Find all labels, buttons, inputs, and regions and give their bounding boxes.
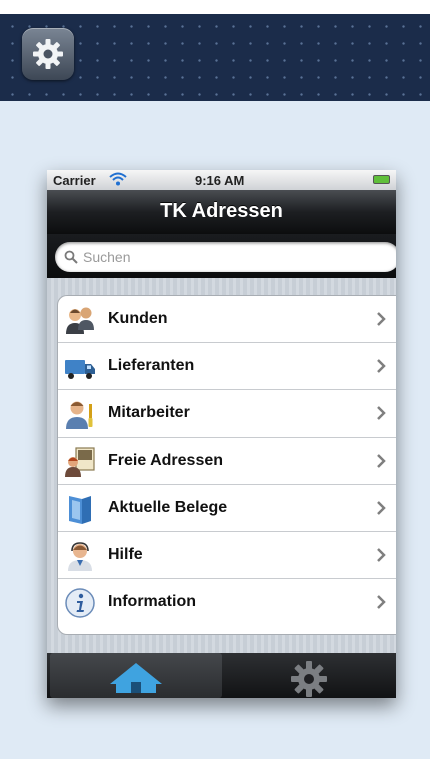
menu-item-mitarbeiter[interactable]: Mitarbeiter [58, 390, 396, 438]
menu-item-freie-adressen[interactable]: Freie Adressen [58, 438, 396, 485]
chevron-right-icon [377, 595, 386, 610]
home-icon [110, 663, 162, 693]
search-bar: Suchen [47, 234, 396, 278]
menu-item-label: Lieferanten [108, 357, 195, 375]
status-bar: Carrier 9:16 AM [47, 170, 396, 190]
menu-item-label: Aktuelle Belege [108, 498, 228, 516]
employee-icon [66, 401, 93, 430]
menu-item-label: Information [108, 593, 196, 611]
info-icon [65, 588, 95, 618]
gear-icon [291, 661, 327, 697]
menu-item-label: Kunden [108, 310, 168, 327]
page-frame: Carrier 9:16 AM TK Adressen Suchen Kunde… [0, 0, 430, 759]
search-icon [64, 250, 78, 264]
status-time: 9:16 AM [195, 173, 245, 188]
customers-icon [66, 307, 94, 334]
battery-icon [373, 175, 390, 184]
menu-item-label: Freie Adressen [108, 451, 224, 469]
menu-item-information[interactable]: Information [58, 579, 396, 626]
gear-icon [33, 39, 63, 69]
menu-item-kunden[interactable]: Kunden [58, 296, 396, 344]
menu-item-label: Hilfe [108, 545, 143, 563]
chevron-right-icon [377, 500, 386, 515]
navigation-bar: TK Adressen [47, 190, 396, 234]
support-person-icon [68, 542, 92, 571]
menu-item-lieferanten[interactable]: Lieferanten [58, 343, 396, 391]
tab-home[interactable] [50, 653, 222, 698]
menu-item-aktuelle-belege[interactable]: Aktuelle Belege [58, 485, 396, 532]
settings-app-icon [22, 28, 74, 80]
truck-icon [65, 360, 95, 380]
address-card-icon [65, 446, 95, 477]
menu-item-label: Mitarbeiter [108, 404, 190, 422]
chevron-right-icon [377, 453, 386, 468]
main-menu-list: Kunden Lieferanten Mitarbeiter Freie Adr… [57, 295, 396, 635]
list-background: Kunden Lieferanten Mitarbeiter Freie Adr… [47, 278, 396, 653]
page-title: TK Adressen [160, 200, 283, 222]
phone-screen: Carrier 9:16 AM TK Adressen Suchen Kunde… [47, 170, 396, 698]
chevron-right-icon [377, 548, 386, 562]
chevron-right-icon [377, 359, 386, 374]
wifi-icon [109, 172, 127, 186]
menu-item-hilfe[interactable]: Hilfe [58, 532, 396, 580]
chevron-right-icon [377, 312, 386, 326]
tab-bar [47, 653, 396, 698]
tab-settings[interactable] [225, 653, 396, 698]
search-input[interactable]: Suchen [55, 242, 396, 272]
chevron-right-icon [377, 406, 386, 421]
search-placeholder: Suchen [83, 249, 131, 265]
document-folder-icon [69, 495, 91, 524]
carrier-label: Carrier [53, 173, 96, 188]
